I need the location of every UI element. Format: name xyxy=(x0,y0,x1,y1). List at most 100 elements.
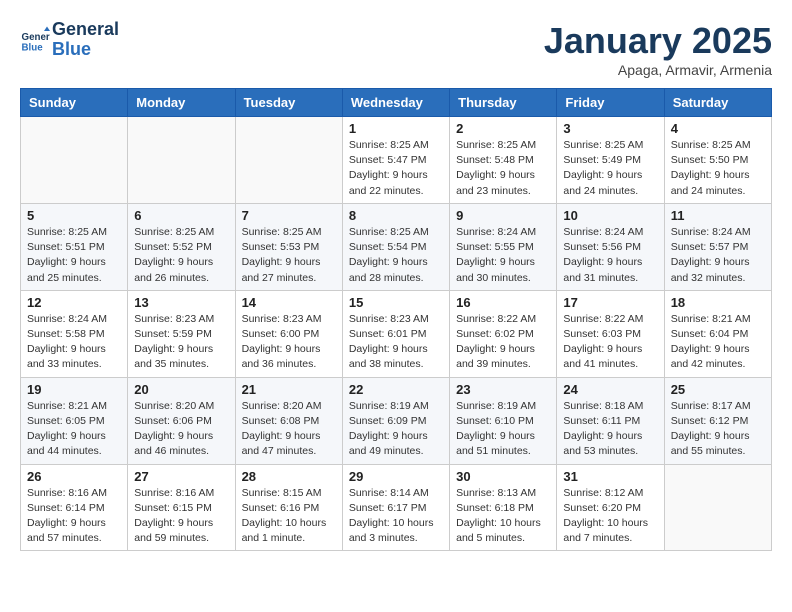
day-info: Sunrise: 8:16 AM Sunset: 6:14 PM Dayligh… xyxy=(27,486,121,547)
day-info: Sunrise: 8:12 AM Sunset: 6:20 PM Dayligh… xyxy=(563,486,657,547)
day-number: 13 xyxy=(134,295,228,310)
day-number: 26 xyxy=(27,469,121,484)
day-number: 15 xyxy=(349,295,443,310)
location-subtitle: Apaga, Armavir, Armenia xyxy=(544,62,772,78)
day-info: Sunrise: 8:24 AM Sunset: 5:57 PM Dayligh… xyxy=(671,225,765,286)
day-number: 17 xyxy=(563,295,657,310)
day-info: Sunrise: 8:16 AM Sunset: 6:15 PM Dayligh… xyxy=(134,486,228,547)
day-info: Sunrise: 8:13 AM Sunset: 6:18 PM Dayligh… xyxy=(456,486,550,547)
calendar-cell: 25Sunrise: 8:17 AM Sunset: 6:12 PM Dayli… xyxy=(664,377,771,464)
calendar-cell: 30 Sunrise: 8:13 AM Sunset: 6:18 PM Dayli… xyxy=(450,464,557,551)
logo-icon: General Blue xyxy=(20,25,50,55)
calendar-cell: 31Sunrise: 8:12 AM Sunset: 6:20 PM Dayli… xyxy=(557,464,664,551)
day-number: 21 xyxy=(242,382,336,397)
calendar-cell: 17Sunrise: 8:22 AM Sunset: 6:03 PM Dayli… xyxy=(557,290,664,377)
day-info: Sunrise: 8:25 AM Sunset: 5:48 PM Dayligh… xyxy=(456,138,550,199)
calendar-cell: 11 Sunrise: 8:24 AM Sunset: 5:57 PM Dayli… xyxy=(664,203,771,290)
calendar-cell: 29 Sunrise: 8:14 AM Sunset: 6:17 PM Dayli… xyxy=(342,464,449,551)
day-info: Sunrise: 8:23 AM Sunset: 5:59 PM Dayligh… xyxy=(134,312,228,373)
calendar-cell: 23 Sunrise: 8:19 AM Sunset: 6:10 PM Dayli… xyxy=(450,377,557,464)
calendar-week-3: 12 Sunrise: 8:24 AM Sunset: 5:58 PM Dayli… xyxy=(21,290,772,377)
weekday-header-row: SundayMondayTuesdayWednesdayThursdayFrid… xyxy=(21,89,772,117)
day-info: Sunrise: 8:14 AM Sunset: 6:17 PM Dayligh… xyxy=(349,486,443,547)
calendar-cell: 4 Sunrise: 8:25 AM Sunset: 5:50 PM Daylig… xyxy=(664,117,771,204)
weekday-header-wednesday: Wednesday xyxy=(342,89,449,117)
day-number: 16 xyxy=(456,295,550,310)
weekday-header-saturday: Saturday xyxy=(664,89,771,117)
calendar-cell: 21 Sunrise: 8:20 AM Sunset: 6:08 PM Dayli… xyxy=(235,377,342,464)
weekday-header-friday: Friday xyxy=(557,89,664,117)
day-info: Sunrise: 8:18 AM Sunset: 6:11 PM Dayligh… xyxy=(563,399,657,460)
day-info: Sunrise: 8:15 AM Sunset: 6:16 PM Dayligh… xyxy=(242,486,336,547)
calendar-cell: 16Sunrise: 8:22 AM Sunset: 6:02 PM Dayli… xyxy=(450,290,557,377)
day-number: 19 xyxy=(27,382,121,397)
day-info: Sunrise: 8:23 AM Sunset: 6:01 PM Dayligh… xyxy=(349,312,443,373)
day-number: 11 xyxy=(671,208,765,223)
calendar-cell: 15 Sunrise: 8:23 AM Sunset: 6:01 PM Dayli… xyxy=(342,290,449,377)
calendar-cell xyxy=(21,117,128,204)
calendar-cell: 2 Sunrise: 8:25 AM Sunset: 5:48 PM Daylig… xyxy=(450,117,557,204)
day-number: 23 xyxy=(456,382,550,397)
day-number: 6 xyxy=(134,208,228,223)
calendar-cell: 7Sunrise: 8:25 AM Sunset: 5:53 PM Daylig… xyxy=(235,203,342,290)
day-number: 20 xyxy=(134,382,228,397)
calendar-cell: 26 Sunrise: 8:16 AM Sunset: 6:14 PM Dayli… xyxy=(21,464,128,551)
calendar-cell: 24 Sunrise: 8:18 AM Sunset: 6:11 PM Dayli… xyxy=(557,377,664,464)
day-info: Sunrise: 8:25 AM Sunset: 5:54 PM Dayligh… xyxy=(349,225,443,286)
calendar-cell: 14 Sunrise: 8:23 AM Sunset: 6:00 PM Dayli… xyxy=(235,290,342,377)
day-info: Sunrise: 8:19 AM Sunset: 6:10 PM Dayligh… xyxy=(456,399,550,460)
day-number: 14 xyxy=(242,295,336,310)
weekday-header-sunday: Sunday xyxy=(21,89,128,117)
day-info: Sunrise: 8:25 AM Sunset: 5:52 PM Dayligh… xyxy=(134,225,228,286)
day-info: Sunrise: 8:24 AM Sunset: 5:55 PM Dayligh… xyxy=(456,225,550,286)
day-info: Sunrise: 8:25 AM Sunset: 5:47 PM Dayligh… xyxy=(349,138,443,199)
calendar-cell: 27 Sunrise: 8:16 AM Sunset: 6:15 PM Dayli… xyxy=(128,464,235,551)
calendar-cell: 20 Sunrise: 8:20 AM Sunset: 6:06 PM Dayli… xyxy=(128,377,235,464)
day-number: 28 xyxy=(242,469,336,484)
calendar-cell: 8 Sunrise: 8:25 AM Sunset: 5:54 PM Daylig… xyxy=(342,203,449,290)
day-number: 3 xyxy=(563,121,657,136)
day-number: 18 xyxy=(671,295,765,310)
calendar-cell: 19Sunrise: 8:21 AM Sunset: 6:05 PM Dayli… xyxy=(21,377,128,464)
calendar-cell: 28 Sunrise: 8:15 AM Sunset: 6:16 PM Dayli… xyxy=(235,464,342,551)
page-header: General Blue General Blue January 2025 A… xyxy=(20,20,772,78)
logo: General Blue General Blue xyxy=(20,20,119,60)
day-number: 4 xyxy=(671,121,765,136)
day-number: 24 xyxy=(563,382,657,397)
day-info: Sunrise: 8:20 AM Sunset: 6:08 PM Dayligh… xyxy=(242,399,336,460)
weekday-header-tuesday: Tuesday xyxy=(235,89,342,117)
day-number: 10 xyxy=(563,208,657,223)
day-info: Sunrise: 8:21 AM Sunset: 6:04 PM Dayligh… xyxy=(671,312,765,373)
calendar-cell: 5Sunrise: 8:25 AM Sunset: 5:51 PM Daylig… xyxy=(21,203,128,290)
day-number: 2 xyxy=(456,121,550,136)
day-info: Sunrise: 8:25 AM Sunset: 5:49 PM Dayligh… xyxy=(563,138,657,199)
calendar-table: SundayMondayTuesdayWednesdayThursdayFrid… xyxy=(20,88,772,551)
calendar-week-5: 26 Sunrise: 8:16 AM Sunset: 6:14 PM Dayli… xyxy=(21,464,772,551)
day-info: Sunrise: 8:24 AM Sunset: 5:56 PM Dayligh… xyxy=(563,225,657,286)
day-info: Sunrise: 8:24 AM Sunset: 5:58 PM Dayligh… xyxy=(27,312,121,373)
day-number: 27 xyxy=(134,469,228,484)
calendar-cell: 22Sunrise: 8:19 AM Sunset: 6:09 PM Dayli… xyxy=(342,377,449,464)
calendar-cell: 6 Sunrise: 8:25 AM Sunset: 5:52 PM Daylig… xyxy=(128,203,235,290)
calendar-week-1: 1Sunrise: 8:25 AM Sunset: 5:47 PM Daylig… xyxy=(21,117,772,204)
calendar-cell xyxy=(664,464,771,551)
day-number: 9 xyxy=(456,208,550,223)
day-number: 5 xyxy=(27,208,121,223)
logo-blue: Blue xyxy=(52,40,119,60)
weekday-header-monday: Monday xyxy=(128,89,235,117)
day-info: Sunrise: 8:20 AM Sunset: 6:06 PM Dayligh… xyxy=(134,399,228,460)
logo-general: General xyxy=(52,20,119,40)
calendar-cell: 9 Sunrise: 8:24 AM Sunset: 5:55 PM Daylig… xyxy=(450,203,557,290)
calendar-cell xyxy=(128,117,235,204)
day-number: 8 xyxy=(349,208,443,223)
day-info: Sunrise: 8:23 AM Sunset: 6:00 PM Dayligh… xyxy=(242,312,336,373)
day-number: 22 xyxy=(349,382,443,397)
title-block: January 2025 Apaga, Armavir, Armenia xyxy=(544,20,772,78)
weekday-header-thursday: Thursday xyxy=(450,89,557,117)
day-info: Sunrise: 8:25 AM Sunset: 5:50 PM Dayligh… xyxy=(671,138,765,199)
day-number: 12 xyxy=(27,295,121,310)
day-number: 30 xyxy=(456,469,550,484)
month-title: January 2025 xyxy=(544,20,772,62)
day-number: 29 xyxy=(349,469,443,484)
calendar-week-4: 19Sunrise: 8:21 AM Sunset: 6:05 PM Dayli… xyxy=(21,377,772,464)
